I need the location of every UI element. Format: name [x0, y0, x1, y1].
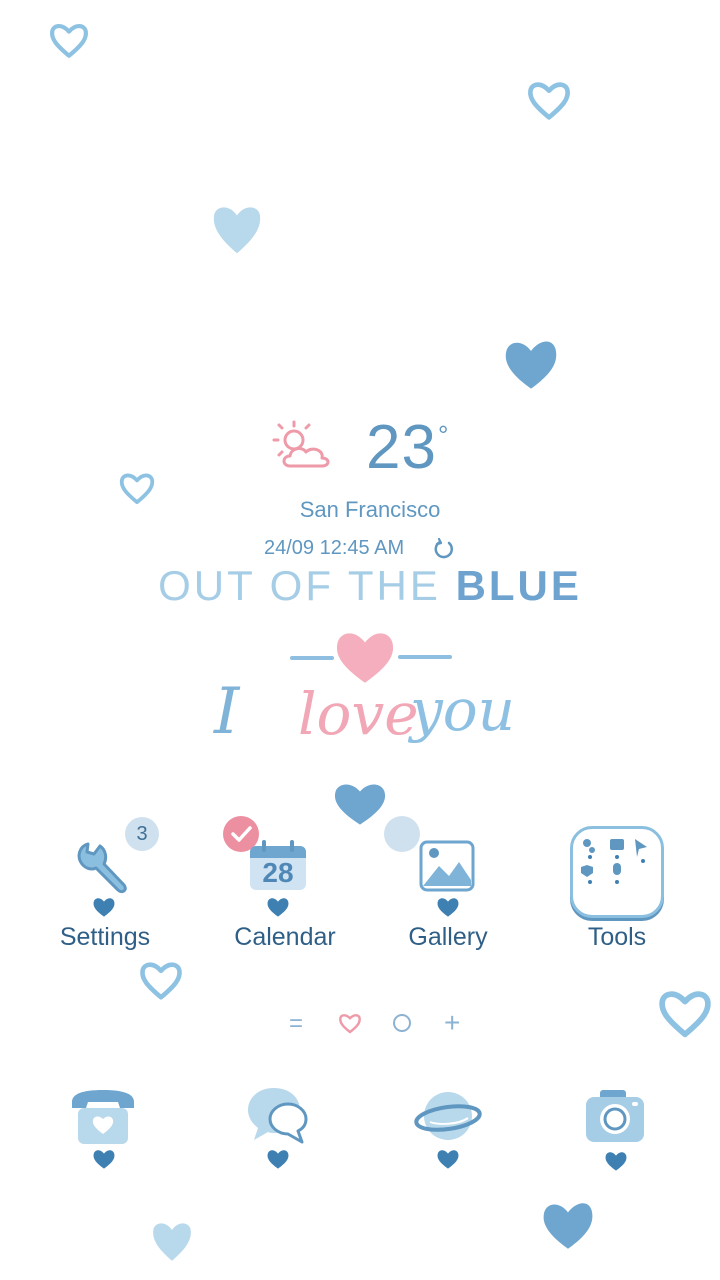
- page-indicator-dot[interactable]: [393, 1014, 411, 1032]
- tools-label: Tools: [587, 923, 647, 951]
- refresh-icon[interactable]: [433, 537, 455, 565]
- pink-heart-icon: [332, 628, 398, 686]
- heart-outline-icon: [656, 986, 714, 1040]
- add-page-button[interactable]: +: [444, 1007, 460, 1039]
- update-datetime: 24/09 12:45 AM: [264, 537, 405, 559]
- gallery-label: Gallery: [408, 923, 488, 951]
- settings-label: Settings: [59, 923, 151, 951]
- home-menu-indicator[interactable]: =: [289, 1010, 303, 1038]
- calendar-label: Calendar: [234, 923, 336, 951]
- settings-app[interactable]: 3 Settings: [20, 817, 190, 960]
- heart-small-icon: [266, 896, 290, 923]
- degree-symbol: °: [438, 420, 449, 450]
- divider-line-right: [398, 655, 452, 659]
- love-text-love: love: [298, 680, 419, 748]
- heart-small-icon: [92, 1148, 116, 1175]
- camera-icon: [584, 1088, 646, 1149]
- internet-icon: [412, 1088, 484, 1151]
- partly-sunny-weather-icon[interactable]: [270, 418, 340, 477]
- heart-filled-icon: [502, 336, 560, 392]
- heart-small-icon: [436, 896, 460, 923]
- messages-app[interactable]: [240, 1086, 320, 1176]
- love-text-you: you: [410, 676, 516, 744]
- phone-icon: [68, 1088, 138, 1151]
- calendar-date-number: 28: [262, 857, 294, 888]
- messages-icon: [246, 1086, 312, 1153]
- slogan-part-1: OUT OF THE: [158, 562, 456, 609]
- tools-folder[interactable]: Tools: [532, 820, 702, 960]
- wallpaper-slogan: OUT OF THE BLUE: [0, 562, 720, 610]
- heart-outline-icon: [48, 20, 90, 60]
- heart-small-icon: [266, 1148, 290, 1175]
- calendar-app[interactable]: 28 Calendar: [200, 816, 370, 960]
- heart-small-icon: [604, 1150, 628, 1177]
- heart-small-icon: [436, 1148, 460, 1175]
- gallery-app[interactable]: Gallery: [363, 820, 533, 960]
- divider-line-left: [290, 656, 334, 660]
- heart-filled-icon: [210, 200, 264, 258]
- slogan-part-2: BLUE: [455, 562, 582, 609]
- page-indicator-heart-icon[interactable]: [338, 1012, 362, 1039]
- heart-outline-icon: [524, 78, 574, 122]
- folder-icon: [570, 826, 664, 918]
- internet-app[interactable]: [408, 1086, 488, 1176]
- gallery-icon: [419, 840, 475, 897]
- wrench-icon: [74, 838, 134, 901]
- heart-filled-icon: [540, 1198, 596, 1252]
- heart-filled-icon: [150, 1218, 194, 1264]
- love-text-i: I: [214, 675, 240, 749]
- heart-small-icon: [92, 896, 116, 923]
- city-name[interactable]: San Francisco: [0, 497, 720, 523]
- camera-app[interactable]: [578, 1086, 658, 1176]
- heart-outline-icon: [138, 958, 184, 1002]
- temperature-value[interactable]: 23: [366, 412, 437, 483]
- phone-app[interactable]: [64, 1086, 144, 1176]
